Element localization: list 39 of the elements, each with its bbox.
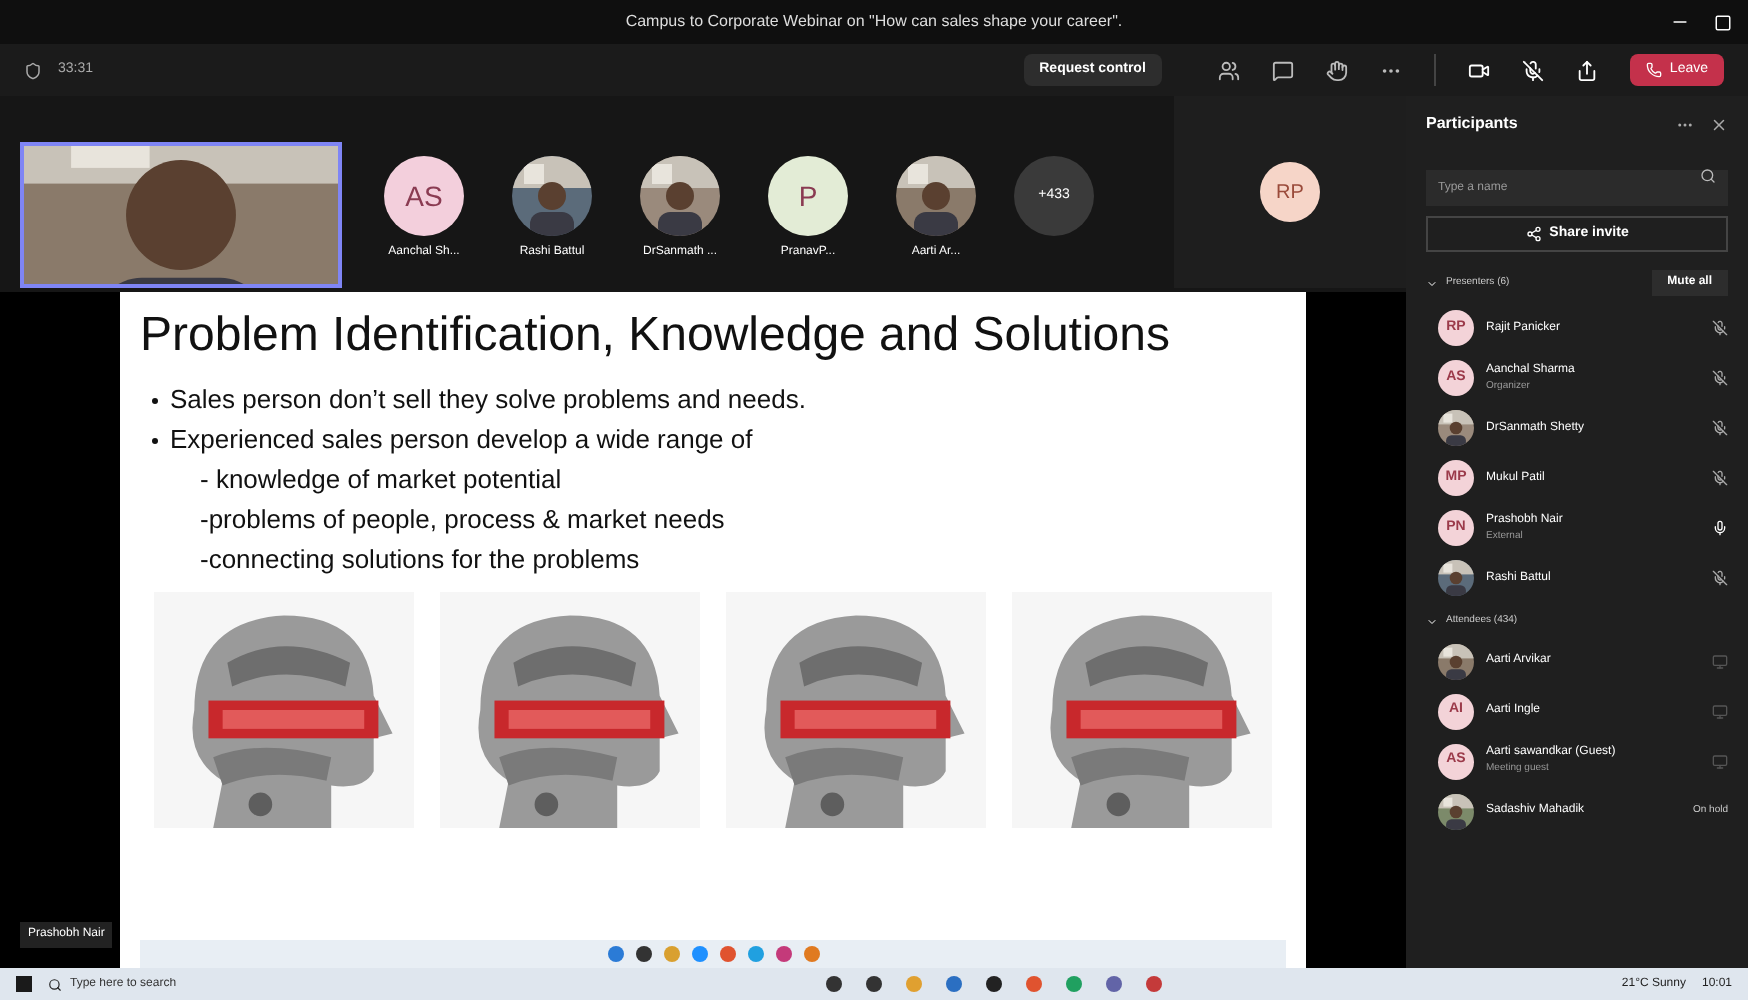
shield-icon (24, 61, 42, 79)
maximize-icon[interactable] (1714, 13, 1732, 31)
app-icon[interactable] (866, 976, 883, 992)
chevron-icon[interactable] (1426, 615, 1438, 628)
participants-icon[interactable] (1217, 59, 1240, 81)
mic-icon[interactable] (1712, 520, 1728, 536)
avatar: RP (1260, 162, 1320, 222)
mic-off-icon[interactable] (1712, 420, 1728, 436)
mic-off-icon[interactable] (1712, 570, 1728, 586)
start-icon[interactable] (16, 976, 32, 992)
bullet-icon (152, 438, 158, 444)
avatar: P (768, 156, 848, 236)
device-icon (1712, 703, 1728, 719)
share-icon (1525, 226, 1542, 242)
app-icon[interactable] (986, 976, 1003, 992)
search-icon[interactable] (1700, 168, 1716, 184)
device-icon (1712, 753, 1728, 769)
device-icon (1712, 653, 1728, 669)
close-icon[interactable] (1710, 115, 1728, 133)
mic-off-icon[interactable] (1712, 470, 1728, 486)
sub-item-text: -problems of people, process & market needs (198, 502, 725, 538)
bullet-text: Sales person don’t sell they solve problems and needs. (170, 382, 806, 418)
hand-icon[interactable] (1325, 59, 1348, 81)
avatar: AS (384, 156, 464, 236)
slide-title: Problem Identification, Knowledge and Solutions (140, 306, 1172, 366)
mic-off-icon[interactable] (1712, 320, 1728, 336)
sub-item-text: -connecting solutions for the problems (198, 542, 640, 578)
bullet-icon (152, 398, 158, 404)
camera-icon[interactable] (1467, 59, 1490, 81)
share-icon[interactable] (1575, 59, 1598, 81)
search-icon (48, 977, 62, 991)
chat-icon[interactable] (1271, 59, 1294, 81)
panel-title: Participants (1426, 112, 1518, 136)
window-title: Campus to Corporate Webinar on "How can sales shape your career". (625, 10, 1123, 34)
chevron-icon[interactable] (1426, 277, 1438, 289)
sub-item-text: - knowledge of market potential (198, 462, 562, 498)
mic-off-icon[interactable] (1712, 370, 1728, 386)
bullet-text: Experienced sales person develop a wide range of (170, 422, 753, 458)
phone-icon (1645, 62, 1662, 78)
